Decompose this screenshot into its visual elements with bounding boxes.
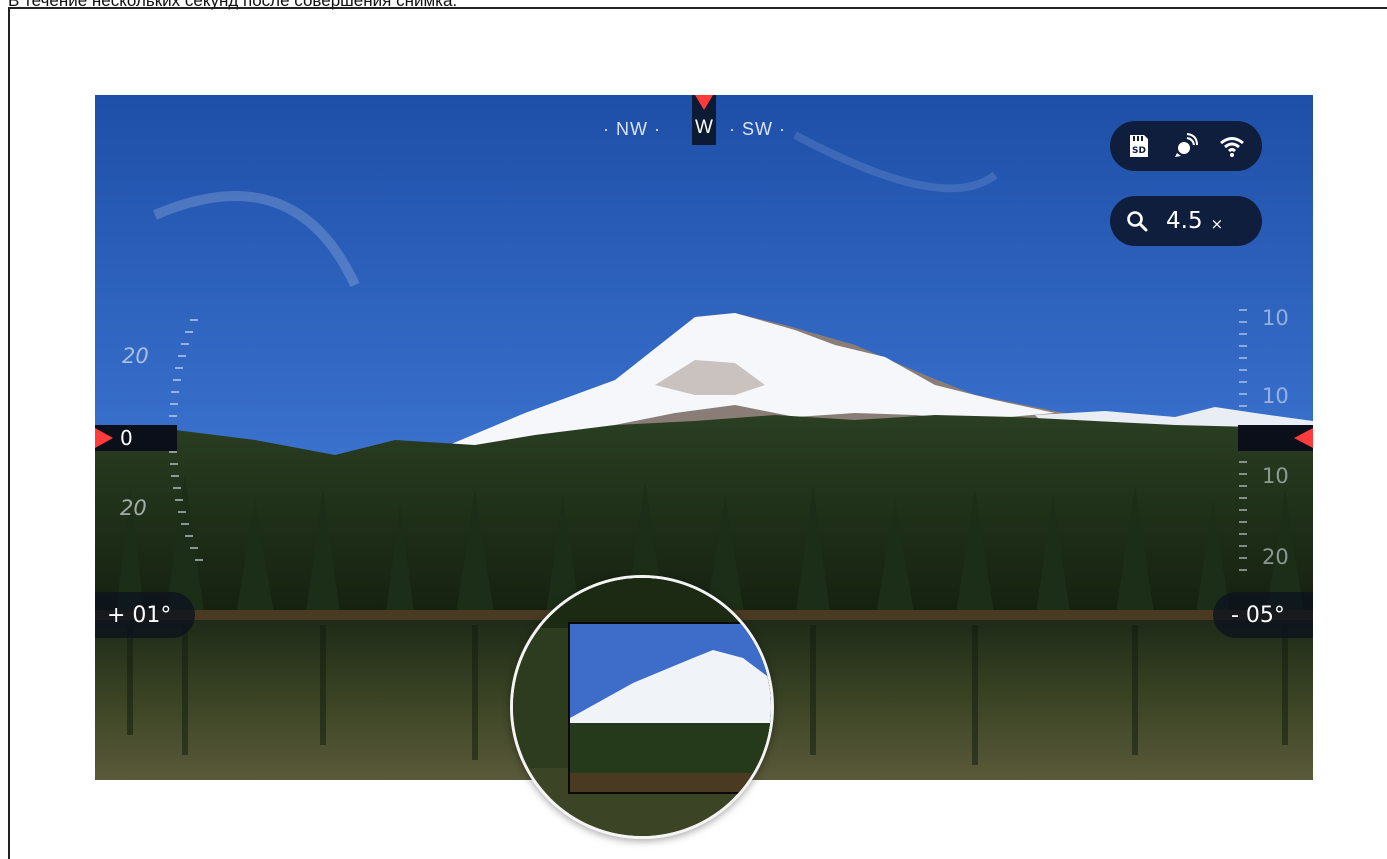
frame-border-left	[8, 7, 10, 859]
zoom-value: 4.5	[1166, 208, 1203, 234]
zoom-unit: ×	[1210, 215, 1224, 233]
right-level-pointer-icon	[1294, 428, 1313, 448]
right-scale-upper-label: 10	[1262, 384, 1289, 408]
snapshot-preview-magnifier	[510, 575, 774, 839]
svg-text:SD: SD	[1132, 146, 1146, 156]
wifi-icon	[1220, 137, 1245, 157]
left-level-value: 0	[120, 426, 133, 450]
magnifier-content	[513, 578, 771, 836]
status-indicators: SD	[1110, 121, 1262, 171]
left-tilt-readout: + 01°	[95, 592, 195, 638]
frame-border-top	[8, 7, 1387, 9]
right-scale-bottom-label: 20	[1262, 545, 1289, 569]
sd-card-icon: SD	[1129, 135, 1148, 157]
left-scale-upper-label: 20	[122, 344, 149, 368]
zoom-indicator: 4.5 ×	[1110, 196, 1262, 246]
satellite-icon	[1174, 133, 1198, 157]
left-scale-lower-label: 20	[120, 496, 147, 520]
left-level-pointer-icon	[95, 428, 113, 448]
right-scale-top-label: 10	[1262, 306, 1289, 330]
magnifier-icon	[1127, 211, 1148, 232]
caption-text: В течение нескольких секунд после соверш…	[8, 0, 458, 10]
right-tilt-readout: - 05°	[1213, 592, 1313, 638]
right-scale-lower-label: 10	[1262, 464, 1289, 488]
